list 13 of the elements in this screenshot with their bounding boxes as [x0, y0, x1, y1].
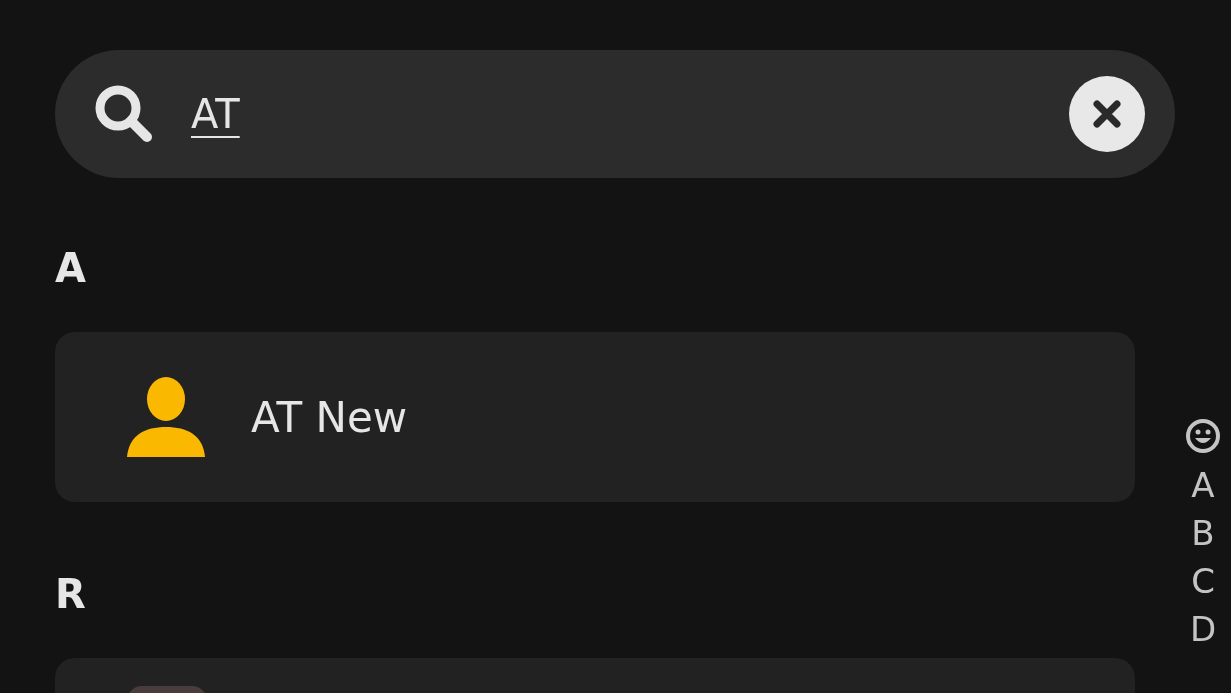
- close-icon: [1092, 99, 1122, 129]
- smiley-icon[interactable]: [1185, 418, 1221, 454]
- index-letter[interactable]: D: [1189, 612, 1217, 646]
- contact-name: AT New: [251, 391, 408, 444]
- contact-card[interactable]: AT New: [55, 332, 1135, 502]
- search-field[interactable]: AT: [55, 50, 1175, 178]
- index-letter[interactable]: A: [1191, 468, 1215, 502]
- section-letter: A: [55, 248, 86, 288]
- search-icon: [93, 83, 155, 145]
- index-letter[interactable]: C: [1191, 564, 1215, 598]
- index-letter[interactable]: B: [1191, 516, 1215, 550]
- section-letter: R: [55, 574, 86, 614]
- person-silhouette-icon: [127, 377, 205, 457]
